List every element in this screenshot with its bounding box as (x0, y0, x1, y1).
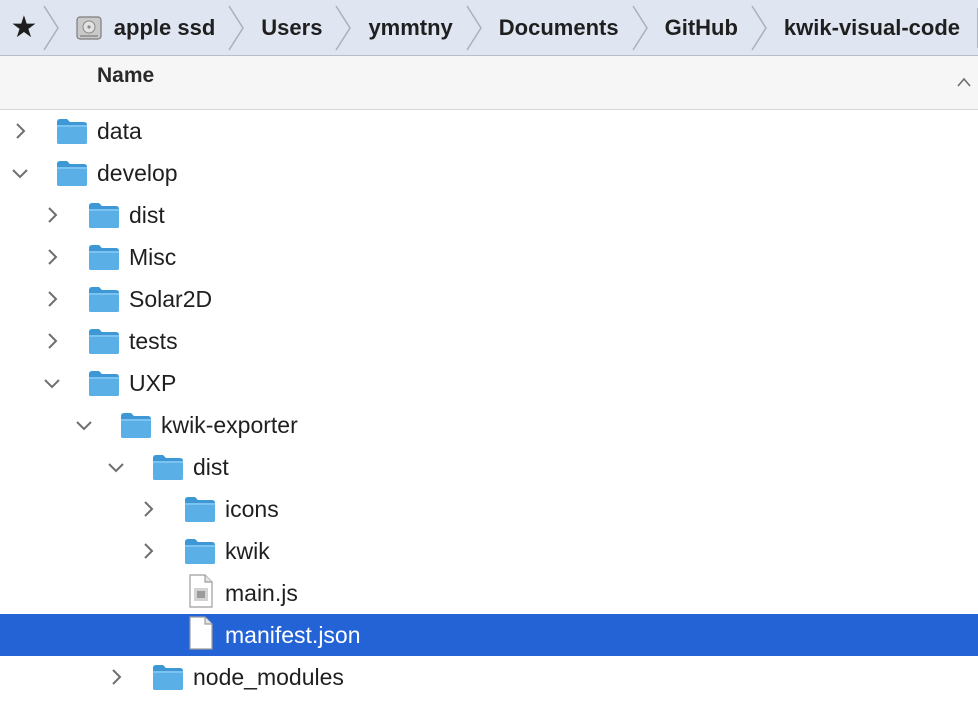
breadcrumb-label: Users (261, 14, 323, 40)
folder-icon (153, 665, 183, 690)
item-name-label: dist (129, 202, 165, 228)
folder-row[interactable]: UXP (0, 362, 978, 404)
folder-row[interactable]: Solar2D (0, 278, 978, 320)
breadcrumb-documents[interactable]: Documents (466, 0, 637, 56)
chevron-up-icon (957, 77, 971, 87)
folder-icon (185, 539, 215, 564)
chevron-right-icon[interactable] (138, 541, 158, 561)
breadcrumb-users[interactable]: Users (228, 0, 340, 56)
item-name-label: kwik (225, 538, 270, 564)
folder-icon (57, 119, 87, 144)
folder-row[interactable]: icons (0, 488, 978, 530)
folder-row[interactable]: kwik-exporter (0, 404, 978, 446)
item-name-label: dist (193, 454, 229, 480)
breadcrumb-label: Documents (498, 14, 619, 40)
item-name-label: kwik-exporter (161, 412, 298, 438)
item-name-label: Solar2D (129, 286, 213, 312)
breadcrumb-github[interactable]: GitHub (631, 0, 756, 56)
path-bar: ★ apple ssd Users ymmtny Documents GitHu… (0, 0, 978, 56)
folder-row[interactable]: kwik (0, 530, 978, 572)
item-name-label: main.js (225, 580, 298, 606)
item-name-label: manifest.json (225, 622, 361, 648)
chevron-down-icon[interactable] (74, 415, 94, 435)
breadcrumb-separator-icon (228, 5, 245, 50)
breadcrumb-separator-icon (466, 5, 482, 50)
file-row[interactable]: main.js (0, 572, 978, 614)
breadcrumb-separator-icon (631, 5, 648, 50)
folder-row[interactable]: tests (0, 320, 978, 362)
folder-row[interactable]: dist (0, 446, 978, 488)
item-name-label: icons (225, 496, 279, 522)
breadcrumb-separator-icon (43, 5, 59, 50)
hard-disk-icon (76, 15, 102, 40)
breadcrumb-kwik-visual-code[interactable]: kwik-visual-code (751, 0, 978, 56)
file-row[interactable]: manifest.json (0, 614, 978, 656)
breadcrumb-label: GitHub (664, 14, 738, 40)
folder-icon (89, 287, 119, 312)
chevron-right-icon[interactable] (42, 247, 62, 267)
document-icon (189, 616, 213, 650)
folder-icon (89, 203, 119, 228)
folder-row[interactable]: data (0, 110, 978, 152)
file-tree: data develop dist Misc Solar2D tests UXP kwik-e… (0, 110, 978, 712)
chevron-right-icon[interactable] (10, 121, 30, 141)
chevron-down-icon[interactable] (106, 457, 126, 477)
folder-icon (185, 497, 215, 522)
file-browser-window: ★ apple ssd Users ymmtny Documents GitHu… (0, 0, 978, 712)
chevron-down-icon[interactable] (10, 163, 30, 183)
folder-row[interactable]: Misc (0, 236, 978, 278)
item-name-label: node_modules (193, 664, 344, 690)
breadcrumb-label: apple ssd (113, 14, 216, 40)
chevron-right-icon[interactable] (106, 667, 126, 687)
folder-icon (121, 413, 151, 438)
item-name-label: Misc (129, 244, 177, 270)
breadcrumb-apple-ssd[interactable]: apple ssd (43, 0, 233, 56)
breadcrumb-ymmtny[interactable]: ymmtny (335, 0, 470, 56)
breadcrumb-label: ymmtny (368, 14, 453, 40)
name-column-header[interactable]: Name (0, 56, 978, 110)
breadcrumb-separator-icon (751, 5, 767, 50)
folder-icon (89, 245, 119, 270)
breadcrumb-separator-icon (335, 5, 352, 50)
item-name-label: data (97, 118, 142, 144)
chevron-right-icon[interactable] (42, 331, 62, 351)
column-header-label: Name (97, 64, 155, 87)
chevron-right-icon[interactable] (138, 499, 158, 519)
breadcrumb-label: kwik-visual-code (783, 14, 960, 40)
folder-row[interactable]: develop (0, 152, 978, 194)
item-name-label: develop (97, 160, 178, 186)
folder-row[interactable]: node_modules (0, 656, 978, 698)
chevron-right-icon[interactable] (42, 205, 62, 225)
chevron-down-icon[interactable] (42, 373, 62, 393)
chevron-right-icon[interactable] (42, 289, 62, 309)
item-name-label: tests (129, 328, 178, 354)
folder-icon (89, 329, 119, 354)
folder-row[interactable]: dist (0, 194, 978, 236)
javascript-file-icon (189, 574, 213, 608)
folder-icon (57, 161, 87, 186)
item-name-label: UXP (129, 370, 177, 396)
folder-icon (89, 371, 119, 396)
folder-icon (153, 455, 183, 480)
